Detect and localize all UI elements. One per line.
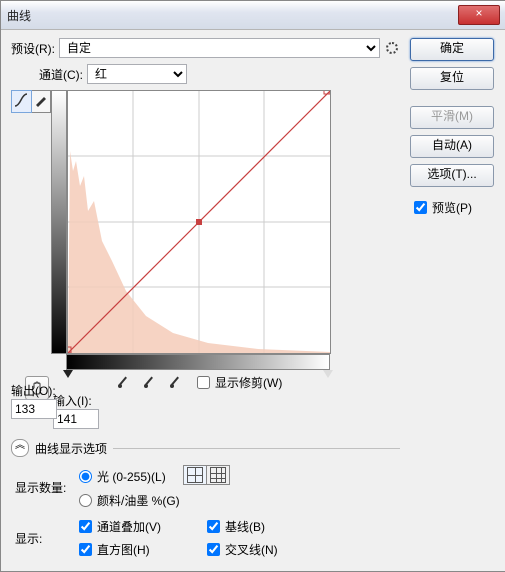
- eyedropper-black-icon[interactable]: [115, 374, 131, 390]
- titlebar[interactable]: 曲线 ×: [1, 1, 505, 30]
- curve-tool-icon[interactable]: [11, 90, 32, 113]
- ok-button[interactable]: 确定: [410, 38, 494, 61]
- options-button[interactable]: 选项(T)...: [410, 164, 494, 187]
- output-label: 输出(O):: [11, 382, 71, 399]
- show-amount-label: 显示数量:: [15, 479, 75, 496]
- reset-button[interactable]: 复位: [410, 67, 494, 90]
- white-point-slider[interactable]: [323, 370, 333, 378]
- curve-chart[interactable]: [67, 90, 331, 354]
- output-gradient: [51, 90, 67, 354]
- curve-tools: [11, 90, 51, 113]
- channel-overlay-checkbox[interactable]: 通道叠加(V): [79, 518, 199, 535]
- output-input[interactable]: [11, 399, 57, 419]
- preset-select[interactable]: 自定: [59, 38, 380, 58]
- gear-icon[interactable]: [384, 40, 400, 56]
- show-clipping-checkbox[interactable]: 显示修剪(W): [197, 374, 282, 391]
- light-radio[interactable]: 光 (0-255)(L): [79, 468, 166, 485]
- pigment-radio[interactable]: 颜料/油墨 %(G): [79, 492, 180, 509]
- pencil-tool-icon[interactable]: [32, 91, 51, 112]
- eyedropper-white-icon[interactable]: [167, 374, 183, 390]
- preview-checkbox[interactable]: 预览(P): [414, 199, 472, 216]
- channel-select[interactable]: 红: [87, 64, 187, 84]
- eyedropper-gray-icon[interactable]: [141, 374, 157, 390]
- close-button[interactable]: ×: [458, 5, 500, 25]
- expander-icon[interactable]: ︽: [11, 439, 29, 457]
- black-point-slider[interactable]: [63, 370, 73, 378]
- curve-display-header: 曲线显示选项: [35, 440, 107, 457]
- window-title: 曲线: [7, 7, 458, 24]
- curves-dialog: 曲线 × 预设(R): 自定 通道(C): 红: [0, 0, 505, 572]
- histogram-checkbox[interactable]: 直方图(H): [79, 541, 199, 558]
- grid-size-toggle[interactable]: [183, 465, 230, 485]
- smooth-button[interactable]: 平滑(M): [410, 106, 494, 129]
- show-label: 显示:: [15, 530, 75, 547]
- intersection-checkbox[interactable]: 交叉线(N): [207, 541, 327, 558]
- input-gradient: [66, 354, 330, 370]
- auto-button[interactable]: 自动(A): [410, 135, 494, 158]
- preset-label: 预设(R):: [11, 40, 55, 57]
- baseline-checkbox[interactable]: 基线(B): [207, 518, 327, 535]
- channel-label: 通道(C):: [39, 66, 83, 83]
